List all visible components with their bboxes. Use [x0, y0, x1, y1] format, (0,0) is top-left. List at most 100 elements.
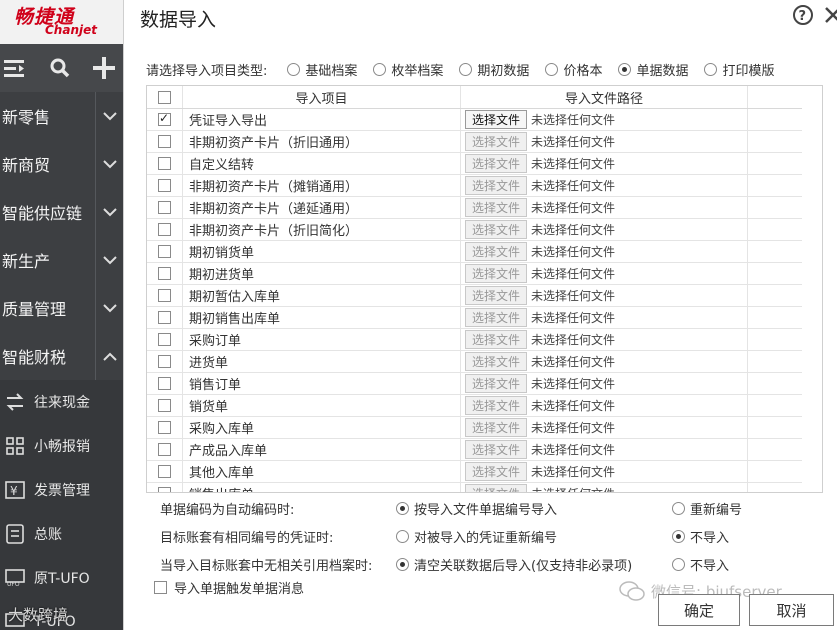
option-row-auto-code: 单据编码为自动编码时: 按导入文件单据编号导入 重新编号 — [146, 497, 826, 519]
choose-file-button[interactable]: 选择文件 — [465, 418, 528, 437]
file-path-cell: 选择文件未选择任何文件 — [461, 197, 748, 218]
trigger-message-option[interactable]: 导入单据触发单据消息 — [154, 578, 304, 597]
nav-item-quality[interactable]: 质量管理 — [0, 284, 123, 332]
type-radio-print-template[interactable]: 打印模版 — [704, 60, 774, 79]
radio-button[interactable] — [672, 557, 685, 571]
option-label: 当导入目标账套中无相关引用档案时: — [160, 558, 373, 574]
choose-file-button[interactable]: 选择文件 — [465, 264, 528, 283]
file-status-text: 未选择任何文件 — [531, 443, 616, 457]
help-icon[interactable]: ? — [792, 4, 814, 26]
choose-file-button[interactable]: 选择文件 — [465, 308, 528, 327]
row-checkbox[interactable] — [158, 465, 171, 478]
file-status-text: 未选择任何文件 — [531, 157, 616, 171]
option-radio-a[interactable]: 对被导入的凭证重新编号 — [396, 527, 557, 546]
row-checkbox[interactable] — [158, 443, 171, 456]
sidebar-subitem-cash[interactable]: 往来现金 — [0, 380, 123, 424]
choose-file-button[interactable]: 选择文件 — [465, 220, 528, 239]
radio-button[interactable] — [373, 63, 387, 76]
file-path-cell: 选择文件未选择任何文件 — [461, 461, 748, 482]
row-checkbox[interactable] — [158, 223, 171, 236]
choose-file-button[interactable]: 选择文件 — [465, 462, 528, 481]
radio-button-selected[interactable] — [396, 557, 409, 571]
chevron-down-icon[interactable] — [95, 236, 123, 284]
nav-item-production[interactable]: 新生产 — [0, 236, 123, 284]
dialog-title: 数据导入 — [140, 9, 217, 31]
sidebar-subitem-invoice[interactable]: ¥ 发票管理 — [0, 468, 123, 512]
sidebar-subitem-old-tufo[interactable]: UFO 原T-UFO — [0, 556, 123, 600]
row-checkbox[interactable] — [158, 179, 171, 192]
radio-label: 基础档案 — [305, 64, 358, 79]
nav-item-trade[interactable]: 新商贸 — [0, 140, 123, 188]
chevron-down-icon[interactable] — [95, 92, 123, 140]
nav-item-supply-chain[interactable]: 智能供应链 — [0, 188, 123, 236]
choose-file-button[interactable]: 选择文件 — [465, 198, 528, 217]
row-checkbox[interactable] — [158, 245, 171, 258]
choose-file-button[interactable]: 选择文件 — [465, 286, 528, 305]
choose-file-button[interactable]: 选择文件 — [465, 440, 528, 459]
choose-file-button[interactable]: 选择文件 — [465, 396, 528, 415]
radio-button[interactable] — [459, 63, 473, 76]
radio-button-selected[interactable] — [672, 529, 685, 543]
option-radio-b[interactable]: 重新编号 — [672, 499, 742, 518]
radio-button-selected[interactable] — [618, 63, 632, 76]
cancel-button[interactable]: 取消 — [749, 594, 834, 626]
row-checkbox[interactable] — [158, 311, 171, 324]
choose-file-button[interactable]: 选择文件 — [465, 242, 528, 261]
close-icon[interactable] — [822, 4, 837, 26]
type-radio-basic-archive[interactable]: 基础档案 — [287, 60, 357, 79]
type-radio-document-data[interactable]: 单据数据 — [618, 60, 688, 79]
row-checkbox[interactable] — [158, 333, 171, 346]
radio-button[interactable] — [396, 529, 409, 543]
choose-file-button[interactable]: 选择文件 — [465, 330, 528, 349]
option-radio-a[interactable]: 清空关联数据后导入(仅支持非必录项) — [396, 555, 632, 574]
trigger-message-checkbox[interactable] — [154, 581, 167, 594]
row-checkbox[interactable] — [158, 289, 171, 302]
plus-icon[interactable] — [89, 53, 119, 83]
nav-item-retail[interactable]: 新零售 — [0, 92, 123, 140]
row-checkbox[interactable] — [158, 157, 171, 170]
sidebar-subitem-reimburse[interactable]: 小畅报销 — [0, 424, 123, 468]
vertical-scrollbar[interactable] — [822, 86, 823, 493]
row-checkbox[interactable] — [158, 355, 171, 368]
choose-file-button[interactable]: 选择文件 — [465, 176, 528, 195]
row-checkbox[interactable] — [158, 421, 171, 434]
radio-button[interactable] — [672, 501, 685, 515]
choose-file-button[interactable]: 选择文件 — [465, 374, 528, 393]
radio-button[interactable] — [704, 63, 718, 76]
ok-button[interactable]: 确定 — [658, 594, 740, 626]
chevron-down-icon[interactable] — [95, 284, 123, 332]
import-item-name: 采购订单 — [183, 329, 461, 350]
radio-button[interactable] — [287, 63, 301, 76]
type-radio-price-book[interactable]: 价格本 — [545, 60, 602, 79]
row-checkbox[interactable] — [158, 487, 171, 492]
row-checkbox[interactable] — [158, 399, 171, 412]
option-radio-b[interactable]: 不导入 — [672, 555, 729, 574]
row-check-cell — [147, 373, 183, 394]
nav-item-finance[interactable]: 智能财税 — [0, 332, 123, 380]
select-all-checkbox[interactable] — [158, 90, 171, 104]
radio-button[interactable] — [545, 63, 559, 76]
option-label: 目标账套有相同编号的凭证时: — [160, 530, 334, 546]
radio-button-selected[interactable] — [396, 501, 409, 515]
choose-file-button[interactable]: 选择文件 — [465, 110, 528, 129]
row-checkbox[interactable] — [158, 267, 171, 280]
table-row: 自定义结转 选择文件 未选择任何文件 — [147, 153, 802, 175]
menu-icon[interactable] — [0, 53, 30, 83]
choose-file-button[interactable]: 选择文件 — [465, 484, 528, 492]
option-radio-b[interactable]: 不导入 — [672, 527, 729, 546]
chevron-down-icon[interactable] — [95, 188, 123, 236]
row-checkbox[interactable] — [158, 201, 171, 214]
type-radio-opening-data[interactable]: 期初数据 — [459, 60, 529, 79]
choose-file-button[interactable]: 选择文件 — [465, 132, 528, 151]
type-radio-enum-archive[interactable]: 枚举档案 — [373, 60, 443, 79]
row-checkbox[interactable] — [158, 135, 171, 148]
choose-file-button[interactable]: 选择文件 — [465, 352, 528, 371]
row-checkbox[interactable] — [158, 111, 171, 126]
sidebar-subitem-ledger[interactable]: 总账 — [0, 512, 123, 556]
row-checkbox[interactable] — [158, 377, 171, 390]
chevron-up-icon[interactable] — [95, 332, 123, 380]
chevron-down-icon[interactable] — [95, 140, 123, 188]
option-radio-a[interactable]: 按导入文件单据编号导入 — [396, 499, 557, 518]
choose-file-button[interactable]: 选择文件 — [465, 154, 528, 173]
search-icon[interactable] — [45, 53, 75, 83]
